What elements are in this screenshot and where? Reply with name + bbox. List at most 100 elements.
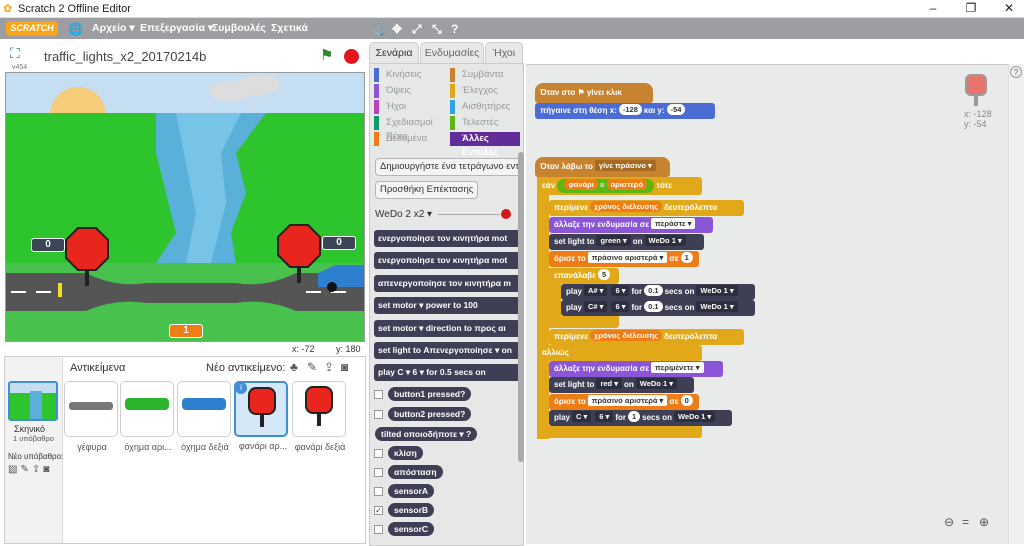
costume-dropdown[interactable]: περιμένετε ▾ [651,362,704,373]
sprite-thumbnail[interactable]: όχημα αρι... [120,381,174,452]
palette-reporter[interactable]: sensorC [388,522,435,536]
make-block-button[interactable]: Δημιουργήστε ένα τετράγωνο εντολών [375,158,521,176]
reporter-checkbox[interactable] [374,487,383,496]
menu-edit[interactable]: Επεξεργασία ▾ [140,22,213,34]
octave-dropdown[interactable]: 6 ▾ [611,301,630,312]
fullscreen-icon[interactable]: ⛶ [10,45,20,62]
category-item[interactable]: Άλλες Εντολές [450,132,520,158]
palette-reporter[interactable]: sensorA [388,484,435,498]
switch-costume-block[interactable]: άλλαξε την ενδυμασία σε περάστε ▾ [549,217,713,233]
wait-block[interactable]: περίμενε χρόνος διέλευσης δευτερόλεπτα [549,329,744,345]
zoom-out-icon[interactable]: ⊖ [944,515,954,529]
help-icon[interactable]: ? [451,22,458,36]
duration-input[interactable]: 0.1 [644,285,663,296]
add-extension-button[interactable]: Προσθήκη Επέκτασης [375,181,479,199]
palette-block[interactable]: play C ▾ 6 ▾ for 0.5 secs on [374,364,520,381]
duration-input[interactable]: 0.1 [644,301,663,312]
duration-input[interactable]: 1 [627,411,641,422]
value-input[interactable]: 1 [680,252,693,263]
set-light-block[interactable]: set light to green ▾ on WeDo 1 ▾ [549,234,704,250]
zoom-in-icon[interactable]: ⊕ [979,515,989,529]
reporter-checkbox[interactable] [374,449,383,458]
y-input[interactable]: -54 [666,104,686,115]
scratch-logo[interactable]: SCRATCH [6,21,58,36]
palette-scrollbar[interactable] [518,152,524,462]
reporter-checkbox[interactable] [374,410,383,419]
octave-dropdown[interactable]: 6 ▾ [611,285,630,296]
variable-reporter[interactable]: χρόνος διέλευσης [590,201,663,212]
category-item[interactable]: Κινήσεις [374,68,450,82]
palette-reporter[interactable]: button1 pressed? [388,387,472,401]
palette-block[interactable]: ενεργοποίησε τον κινητήρα mot [374,230,520,247]
menu-tips[interactable]: Συμβουλές [212,22,266,34]
palette-reporter[interactable]: tilted οποιοδήποτε ▾ ? [375,427,478,441]
shrink-icon[interactable]: ⤡ [432,22,442,37]
set-variable-block[interactable]: όρισε το πράσινο αριστερά ▾ σε 1 [549,251,699,267]
device-dropdown[interactable]: WeDo 1 ▾ [696,301,738,312]
choose-sprite-icon[interactable]: ♣ [290,360,298,374]
goto-xy-block[interactable]: πήγαινε στη θέση x: -128 και y: -54 [535,103,715,119]
variable-dropdown[interactable]: πράσινο αριστερά ▾ [587,395,668,406]
extension-name[interactable]: WeDo 2 x2 ▾ [375,209,432,220]
sprite-thumbnail[interactable]: όχημα δεξιά [177,381,231,452]
menu-file[interactable]: Αρχείο ▾ [92,22,135,34]
new-backdrop-icons[interactable]: ▨✎⇪◙ [8,464,52,475]
upload-sprite-icon[interactable]: ⇪ [324,360,334,374]
switch-costume-block[interactable]: άλλαξε την ενδυμασία σε περιμένετε ▾ [549,361,723,377]
play-note-block[interactable]: play C ▾ 6 ▾ for 1 secs on WeDo 1 ▾ [549,410,732,426]
info-icon[interactable]: i [235,382,247,394]
duplicate-stamp-icon[interactable]: ⚓ [372,22,387,36]
camera-icon[interactable]: ◙ [341,360,348,374]
set-variable-block[interactable]: όρισε το πράσινο αριστερά ▾ σε 0 [549,394,699,410]
sprite-thumbnail[interactable]: φανάρι δεξιά [292,381,346,452]
wait-block[interactable]: περίμενε χρόνος διέλευσης δευτερόλεπτα [549,200,744,216]
note-dropdown[interactable]: C# ▾ [584,301,608,312]
reporter-checkbox[interactable] [374,468,383,477]
palette-block[interactable]: ενεργοποίησε τον κινητήρα mot [374,252,520,269]
palette-reporter[interactable]: κλίση [388,446,423,460]
menu-about[interactable]: Σχετικά [271,22,308,34]
category-item[interactable]: Συμβάντα [450,68,520,82]
costume-dropdown[interactable]: περάστε ▾ [651,218,696,229]
maximize-button[interactable]: ❐ [956,1,986,17]
value-input[interactable]: αριστερό [606,179,648,190]
grow-icon[interactable]: ⤢ [412,22,422,37]
help-icon[interactable]: ? [1010,66,1022,78]
category-item[interactable]: Αισθητήρες [450,100,520,114]
green-flag-icon[interactable]: ⚑ [320,46,333,64]
category-item[interactable]: Όψεις [374,84,450,98]
variable-reporter[interactable]: χρόνος διέλευσης [590,330,663,341]
stage-thumbnail[interactable] [8,381,58,421]
close-button[interactable]: ✕ [994,1,1024,17]
category-item[interactable]: Δεδομένα [374,132,450,146]
palette-block[interactable]: set motor ▾ direction to προς αι [374,320,520,337]
reporter-checkbox[interactable] [374,525,383,534]
palette-block[interactable]: set motor ▾ power to 100 [374,297,520,314]
play-note-block[interactable]: play C# ▾ 6 ▾ for 0.1 secs on WeDo 1 ▾ [561,300,755,316]
stage-canvas[interactable]: 0 0 1 [5,72,365,342]
device-dropdown[interactable]: WeDo 1 ▾ [635,378,677,389]
category-item[interactable]: Σχεδιασμοί Πένα [374,116,450,142]
minimize-button[interactable]: – [918,1,948,17]
message-dropdown[interactable]: γίνε πράσινο ▾ [594,160,656,171]
category-item[interactable]: Τελεστές [450,116,520,130]
set-light-block[interactable]: set light to red ▾ on WeDo 1 ▾ [549,377,694,393]
count-input[interactable]: 5 [597,269,611,280]
variable-dropdown[interactable]: πράσινο αριστερά ▾ [587,252,668,263]
variable-reporter[interactable]: φανάρι [564,179,598,190]
x-input[interactable]: -128 [618,104,642,115]
palette-block[interactable]: set light to Απενεργοποίησε ▾ on [374,342,520,359]
palette-reporter[interactable]: απόσταση [388,465,443,479]
when-flag-clicked-hat[interactable]: Όταν στο ⚑ γίνει κλικ [535,83,653,103]
palette-block[interactable]: απενεργοποίησε τον κινητήρα m [374,275,520,292]
octave-dropdown[interactable]: 6 ▾ [595,411,614,422]
when-i-receive-hat[interactable]: Όταν λάβω το γίνε πράσινο ▾ [535,157,670,177]
note-dropdown[interactable]: C ▾ [572,411,592,422]
paint-sprite-icon[interactable]: ✎ [307,360,317,374]
zoom-reset-icon[interactable]: = [962,515,969,529]
stop-icon[interactable] [344,49,359,64]
globe-icon[interactable]: 🌐 [68,22,83,36]
device-dropdown[interactable]: WeDo 1 ▾ [696,285,738,296]
play-note-block[interactable]: play A# ▾ 6 ▾ for 0.1 secs on WeDo 1 ▾ [561,284,755,300]
sprite-thumbnail-selected[interactable]: i φανάρι αρ... [234,381,288,451]
